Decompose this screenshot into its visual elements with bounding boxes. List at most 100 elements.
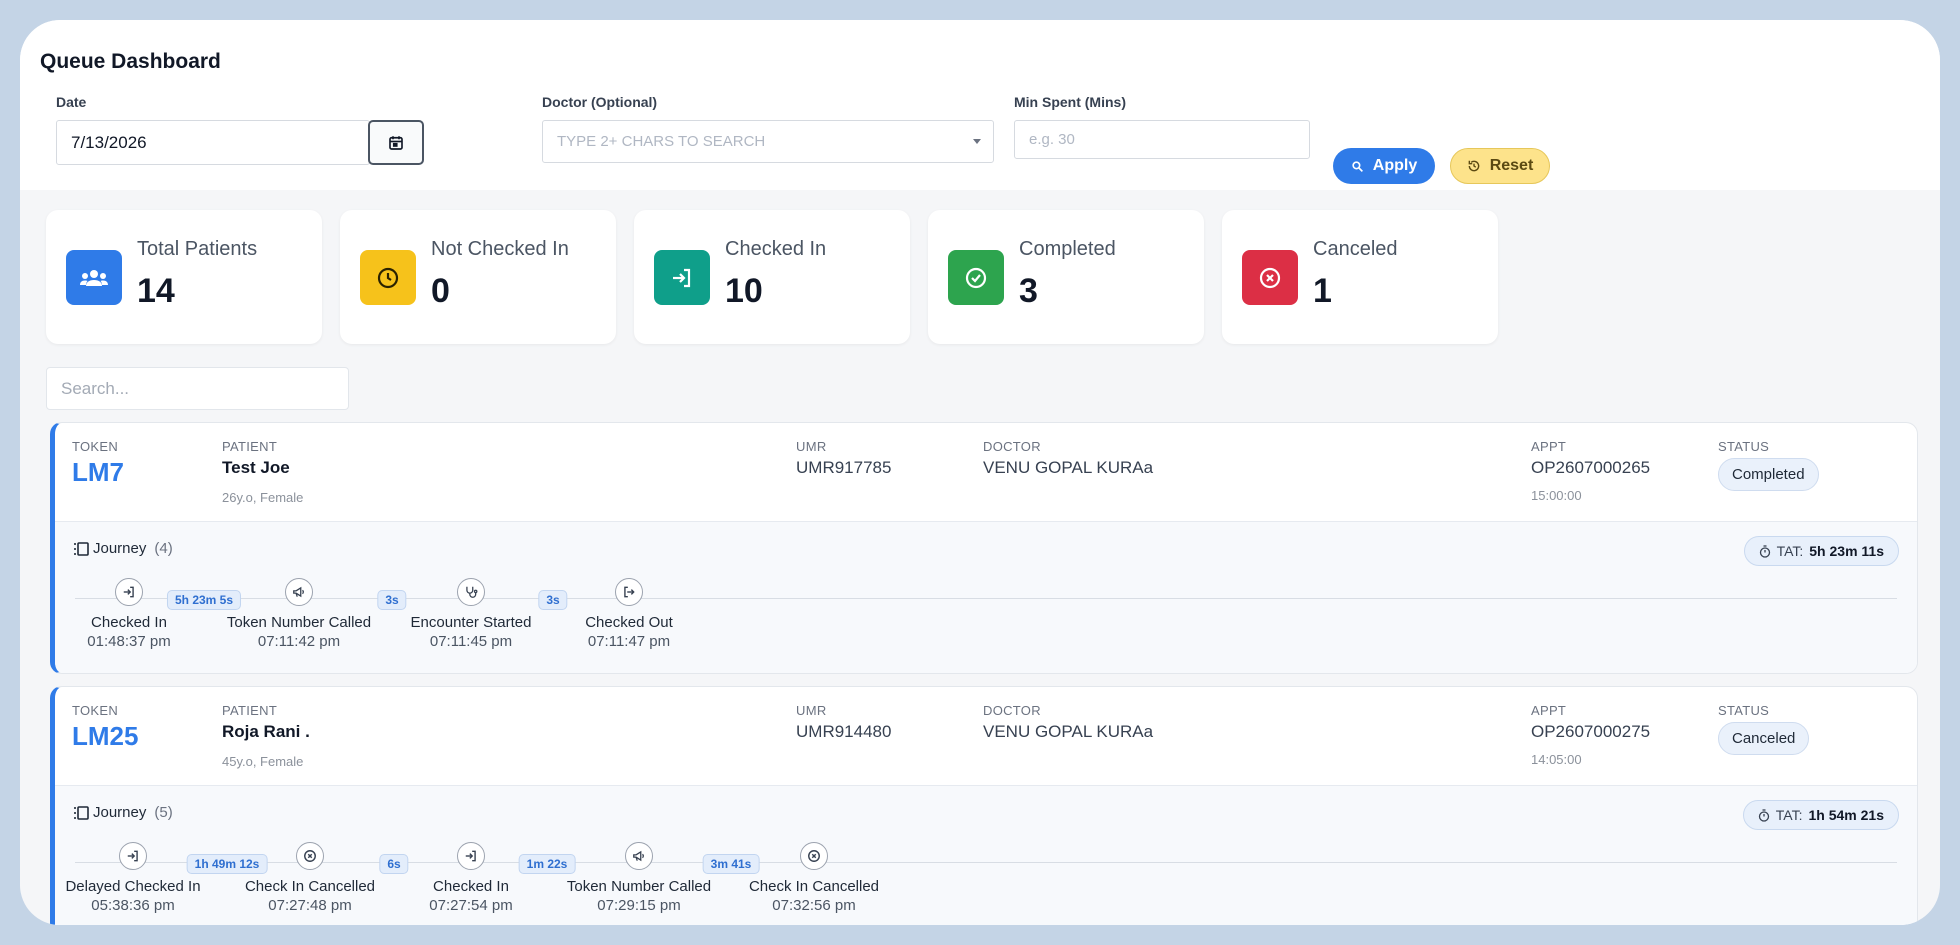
doctor-placeholder: TYPE 2+ CHARS TO SEARCH [557, 133, 766, 150]
umr-value: UMR914480 [796, 722, 892, 741]
journey-step[interactable]: Checked In 01:48:37 pm [55, 578, 224, 650]
patient-cell: PATIENT Test Joe 26y.o, Female [222, 439, 303, 505]
patient-col-label: PATIENT [222, 703, 278, 718]
filter-bar: Date 7/13/2026 Doctor (Optional) TYPE 2+… [56, 94, 1940, 194]
filter-header: Queue Dashboard Date 7/13/2026 Doctor (O… [20, 20, 1940, 190]
stat-value: 3 [1019, 272, 1038, 310]
journey-step[interactable]: Token Number Called 07:29:15 pm [544, 842, 734, 914]
step-time: 05:38:36 pm [91, 897, 175, 914]
doctor-value: VENU GOPAL KURAa [983, 722, 1154, 741]
appt-col-label: APPT [1531, 439, 1567, 454]
step-time: 07:29:15 pm [597, 897, 681, 914]
login-icon [127, 850, 138, 862]
stat-value: 14 [137, 272, 175, 310]
patient-cell: PATIENT Roja Rani . 45y.o, Female [222, 703, 310, 769]
step-dot [457, 578, 485, 606]
stat-card-completed[interactable]: Completed 3 [928, 210, 1204, 344]
journey-step[interactable]: Checked Out 07:11:47 pm [534, 578, 724, 650]
status-badge: Completed [1718, 458, 1819, 491]
token-value: LM7 [72, 457, 124, 487]
tat-badge: TAT: 1h 54m 21s [1742, 800, 1899, 830]
date-label: Date [56, 94, 87, 110]
x-circle-icon [304, 850, 316, 862]
stethoscope-icon [466, 586, 478, 598]
journey-step[interactable]: Check In Cancelled 07:32:56 pm [719, 842, 909, 914]
stat-label: Total Patients [137, 238, 258, 260]
journey-count: (5) [154, 804, 173, 821]
status-badge: Canceled [1718, 722, 1810, 755]
step-dot [285, 578, 313, 606]
apply-label: Apply [1372, 157, 1418, 174]
step-dot [457, 842, 485, 870]
stat-value: 0 [431, 272, 450, 310]
stat-icon-box [1242, 250, 1298, 305]
journey-count: (4) [154, 540, 173, 557]
search-input[interactable]: Search... [46, 367, 349, 410]
stat-card-checked-in[interactable]: Checked In 10 [634, 210, 910, 344]
stat-value: 1 [1313, 272, 1332, 310]
users-icon [80, 269, 108, 286]
journey-step[interactable]: Delayed Checked In 05:38:36 pm [55, 842, 228, 914]
patient-col-label: PATIENT [222, 439, 278, 454]
patient-meta: 45y.o, Female [222, 754, 304, 769]
journey-step[interactable]: Checked In 07:27:54 pm [376, 842, 566, 914]
date-filter: Date 7/13/2026 [56, 94, 424, 165]
status-cell: STATUS Canceled [1718, 703, 1810, 755]
tat-value: 1h 54m 21s [1808, 807, 1885, 823]
step-time: 07:32:56 pm [772, 897, 856, 914]
stat-icon-box [66, 250, 122, 305]
step-name: Checked Out [585, 614, 673, 631]
step-dot [615, 578, 643, 606]
stat-label: Checked In [725, 238, 827, 260]
doctor-select[interactable]: TYPE 2+ CHARS TO SEARCH [542, 120, 994, 163]
stat-label: Completed [1019, 238, 1116, 260]
step-dot [800, 842, 828, 870]
stopwatch-icon [1759, 544, 1770, 558]
x-circle-icon [808, 850, 820, 862]
token-col-label: TOKEN [72, 439, 119, 454]
doctor-label: Doctor (Optional) [542, 94, 658, 110]
login-icon [673, 268, 691, 287]
queue-row[interactable]: TOKEN LM25 PATIENT Roja Rani . 45y.o, Fe… [50, 686, 1918, 925]
journey-label: Journey [93, 540, 147, 557]
doctor-value: VENU GOPAL KURAa [983, 458, 1154, 477]
token-col-label: TOKEN [72, 703, 119, 718]
calendar-button[interactable] [368, 120, 424, 165]
token-cell: TOKEN LM25 [72, 703, 138, 752]
queue-row[interactable]: TOKEN LM7 PATIENT Test Joe 26y.o, Female… [50, 422, 1918, 674]
reset-button[interactable]: Reset [1450, 148, 1550, 184]
tat-label: TAT: [1775, 807, 1803, 823]
stat-icon-box [654, 250, 710, 305]
stat-label: Not Checked In [431, 238, 569, 260]
tat-value: 5h 23m 11s [1809, 543, 1884, 559]
megaphone-icon [293, 586, 304, 598]
step-name: Check In Cancelled [748, 878, 880, 895]
journey-panel: Journey (4) TAT: 5h 23m 11s Checked In 0… [55, 521, 1917, 673]
stat-card-total[interactable]: Total Patients 14 [46, 210, 322, 344]
step-time: 01:48:37 pm [87, 633, 171, 650]
journey-step[interactable]: Token Number Called 07:11:42 pm [204, 578, 394, 650]
umr-col-label: UMR [796, 703, 827, 718]
patient-name: Test Joe [222, 458, 290, 477]
step-name: Checked In [433, 878, 509, 895]
date-input[interactable]: 7/13/2026 [56, 120, 370, 165]
apply-button[interactable]: Apply [1333, 148, 1435, 184]
step-name: Checked In [91, 614, 167, 631]
calendar-icon [389, 135, 403, 150]
umr-col-label: UMR [796, 439, 827, 454]
appt-number: OP2607000275 [1531, 722, 1651, 741]
doctor-cell: DOCTOR VENU GOPAL KURAa [983, 703, 1153, 742]
min-spent-input[interactable]: e.g. 30 [1014, 120, 1310, 159]
stat-card-not-checked-in[interactable]: Not Checked In 0 [340, 210, 616, 344]
patient-meta: 26y.o, Female [222, 490, 304, 505]
step-dot [625, 842, 653, 870]
stat-value: 10 [725, 272, 763, 310]
umr-cell: UMR UMR914480 [796, 703, 891, 742]
step-name: Token Number Called [226, 614, 372, 631]
token-cell: TOKEN LM7 [72, 439, 124, 488]
step-dot [296, 842, 324, 870]
min-spent-filter: Min Spent (Mins) e.g. 30 [1014, 94, 1310, 159]
stat-card-canceled[interactable]: Canceled 1 [1222, 210, 1498, 344]
step-dot [119, 842, 147, 870]
login-icon [123, 586, 134, 598]
